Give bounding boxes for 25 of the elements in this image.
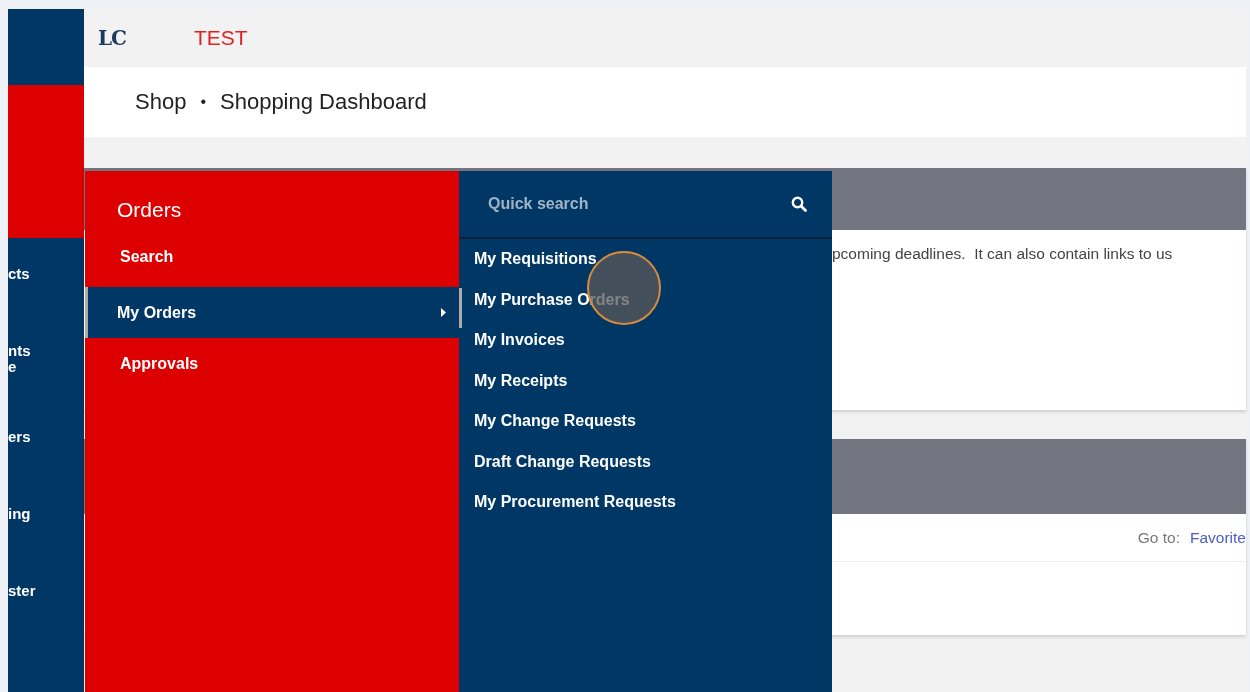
sidebar-item[interactable]: cts	[8, 266, 84, 343]
menu-item[interactable]: Approvals	[85, 338, 459, 389]
submenu-item[interactable]: My Receipts	[459, 368, 832, 409]
favorites-link[interactable]: Favorite	[1190, 528, 1246, 547]
submenu-item[interactable]: My Requisitions	[459, 247, 832, 288]
sidebar-item[interactable]: ing	[8, 506, 84, 583]
quick-search-field[interactable]: Quick search	[486, 194, 791, 214]
logo[interactable]: LC	[98, 26, 126, 50]
breadcrumb-item[interactable]: Shopping Dashboard	[220, 89, 427, 115]
menu-title: Orders	[116, 197, 183, 223]
breadcrumb-separator: •	[200, 93, 206, 111]
card-description: pcoming deadlines. It can also contain links to us	[832, 245, 1173, 263]
sidebar-item[interactable]: ers	[8, 429, 84, 506]
submenu-item[interactable]: My Invoices	[459, 328, 832, 369]
submenu-item[interactable]: Draft Change Requests	[459, 449, 832, 490]
submenu-item[interactable]: My Procurement Requests	[459, 490, 832, 531]
sidebar-item[interactable]: nts e	[8, 343, 84, 429]
menu-item[interactable]: My Orders	[85, 287, 459, 338]
menu-item[interactable]: Search	[85, 248, 459, 287]
search-icon[interactable]	[791, 196, 807, 212]
environment-label: TEST	[194, 26, 248, 50]
breadcrumb-item[interactable]: Shop	[135, 89, 187, 115]
submenu-item[interactable]: My Change Requests	[459, 409, 832, 450]
goto-label: Go to:	[1137, 528, 1180, 547]
sidebar-item[interactable]: ster	[8, 583, 84, 660]
